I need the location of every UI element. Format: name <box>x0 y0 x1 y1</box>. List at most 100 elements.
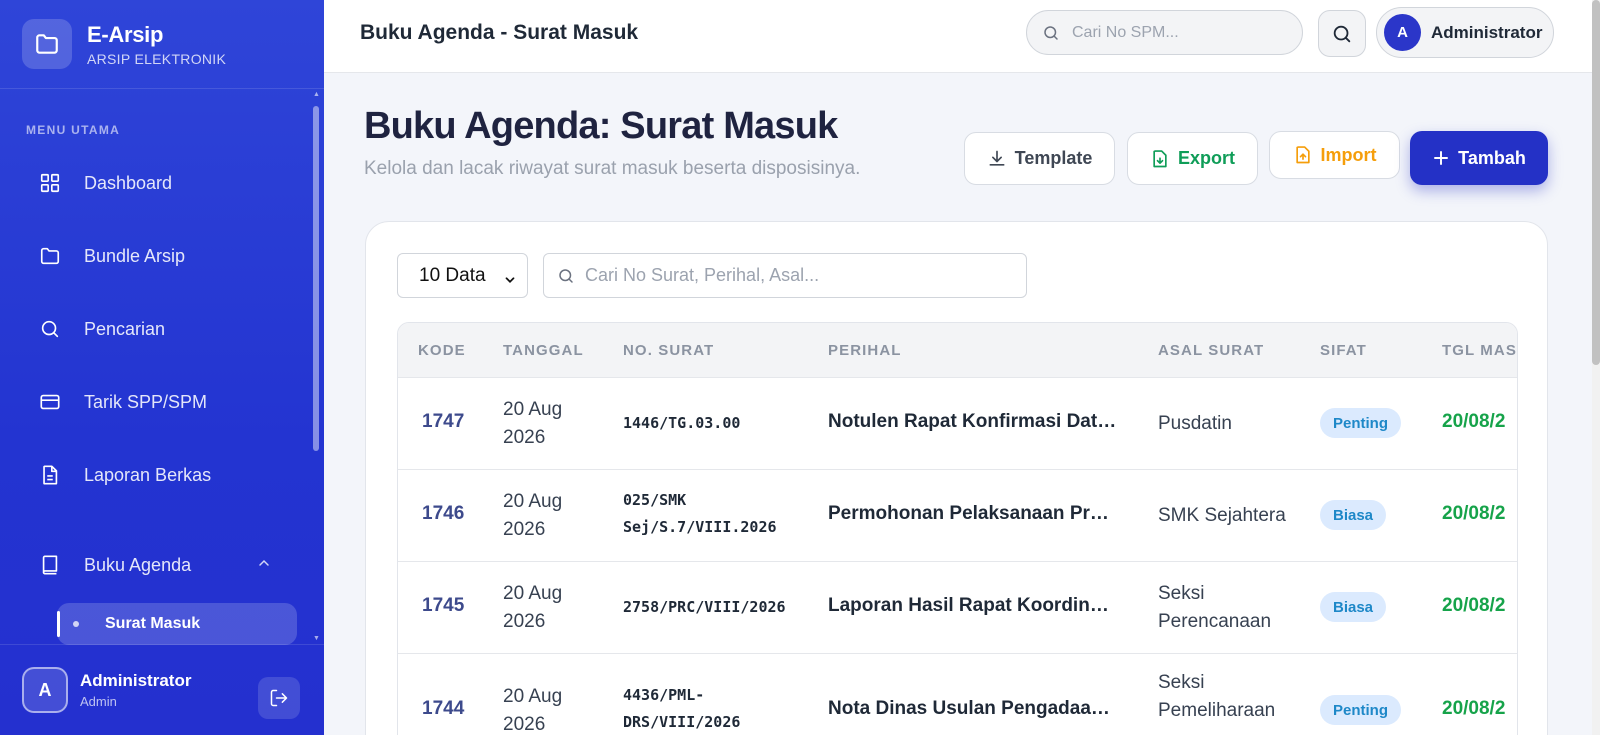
page-scrollbar[interactable] <box>1592 0 1600 735</box>
table-row[interactable]: 1745 20 Aug 2026 2758/PRC/VIII/2026 Lapo… <box>398 562 1517 654</box>
table-card: 10 Data KODE TANGGAL NO. SURAT PERIHAL A… <box>365 221 1548 735</box>
logout-button[interactable] <box>258 677 300 719</box>
column-header-asal-surat[interactable]: ASAL SURAT <box>1158 342 1264 359</box>
sidebar-item-dashboard[interactable]: Dashboard <box>0 157 310 209</box>
search-button[interactable] <box>1318 10 1366 57</box>
grid-icon <box>38 171 62 195</box>
search-icon <box>1044 25 1058 40</box>
column-header-perihal[interactable]: PERIHAL <box>828 342 902 359</box>
file-download-icon <box>1150 149 1170 169</box>
sidebar-item-tarik-spp-spm[interactable]: Tarik SPP/SPM <box>0 376 310 428</box>
search-icon <box>1333 25 1351 42</box>
book-icon <box>38 553 62 577</box>
cell-tgl-masuk: 20/08/2 <box>1442 503 1506 524</box>
sidebar-item-bundle-arsip[interactable]: Bundle Arsip <box>0 230 310 282</box>
import-button[interactable]: Import <box>1269 131 1400 179</box>
download-icon <box>987 149 1007 169</box>
sidebar-item-laporan-berkas[interactable]: Laporan Berkas <box>0 449 310 501</box>
user-name: Administrator <box>80 671 192 690</box>
table-header: KODE TANGGAL NO. SURAT PERIHAL ASAL SURA… <box>398 323 1517 378</box>
cell-asal-surat: Pusdatin <box>1158 413 1232 434</box>
column-header-tgl-masuk[interactable]: TGL MAS <box>1442 342 1517 359</box>
sidebar-item-label: Bundle Arsip <box>84 245 186 266</box>
user-role: Admin <box>80 694 117 709</box>
spm-search-input[interactable] <box>1072 23 1282 42</box>
cell-no-surat: 025/SMK Sej/S.7/VIII.2026 <box>623 491 777 536</box>
search-icon <box>38 317 62 341</box>
topbar: Buku Agenda - Surat Masuk A Administrato… <box>324 0 1600 73</box>
table-search-input[interactable] <box>585 265 1005 286</box>
plus-icon <box>1432 149 1450 167</box>
cell-tanggal: 20 Aug 2026 <box>503 491 563 540</box>
sidebar-item-label: Pencarian <box>84 318 166 339</box>
chevron-up-icon <box>256 555 272 576</box>
topbar-title: Buku Agenda - Surat Masuk <box>360 21 639 44</box>
table-row[interactable]: 1746 20 Aug 2026 025/SMK Sej/S.7/VIII.20… <box>398 470 1517 562</box>
template-button[interactable]: Template <box>964 132 1115 185</box>
cell-tgl-masuk: 20/08/2 <box>1442 411 1506 432</box>
status-badge: Penting <box>1320 408 1401 438</box>
table-search[interactable] <box>543 253 1027 298</box>
add-button-label: Tambah <box>1458 147 1526 168</box>
status-badge: Biasa <box>1320 592 1387 622</box>
file-upload-icon <box>1293 145 1313 165</box>
sidebar-user-panel: A Administrator Admin <box>0 644 324 735</box>
sidebar-subitem-surat-masuk[interactable]: Surat Masuk <box>57 603 297 645</box>
logout-icon <box>270 689 288 707</box>
folder-icon <box>38 244 62 268</box>
avatar: A <box>1384 14 1421 51</box>
user-name: Administrator <box>1431 22 1543 42</box>
template-button-label: Template <box>1014 148 1093 168</box>
sidebar-item-pencarian[interactable]: Pencarian <box>0 303 310 355</box>
sidebar-item-label: Buku Agenda <box>84 554 192 575</box>
cell-perihal: Laporan Hasil Rapat Koordinasi … <box>828 595 1118 616</box>
scroll-up-icon[interactable]: ▲ <box>313 91 320 98</box>
export-button-label: Export <box>1177 148 1235 168</box>
folder-logo-icon <box>22 19 72 69</box>
cell-kode[interactable]: 1744 <box>422 698 464 720</box>
page-size-select[interactable]: 10 Data <box>397 253 528 298</box>
export-button[interactable]: Export <box>1127 132 1258 185</box>
cell-perihal: Permohonan Pelaksanaan Prak… <box>828 503 1118 524</box>
search-icon <box>559 268 573 283</box>
sidebar-subitem-label: Surat Masuk <box>105 615 201 632</box>
cell-no-surat: 2758/PRC/VIII/2026 <box>623 598 786 616</box>
brand[interactable]: E-Arsip ARSIP ELEKTRONIK <box>0 0 324 89</box>
column-header-sifat[interactable]: SIFAT <box>1320 342 1367 359</box>
column-header-tanggal[interactable]: TANGGAL <box>503 342 584 359</box>
page-title: Buku Agenda: Surat Masuk <box>364 105 838 147</box>
scroll-down-icon[interactable]: ▼ <box>313 635 320 642</box>
brand-title: E-Arsip <box>87 21 164 47</box>
spm-search[interactable] <box>1026 10 1303 55</box>
sidebar-item-label: Tarik SPP/SPM <box>84 391 208 412</box>
add-button[interactable]: Tambah <box>1410 131 1548 185</box>
active-indicator <box>57 611 60 637</box>
sidebar-scroll-thumb[interactable] <box>313 106 319 451</box>
cell-kode[interactable]: 1745 <box>422 595 464 617</box>
page-subtitle: Kelola dan lacak riwayat surat masuk bes… <box>364 158 861 179</box>
sidebar-item-label: Dashboard <box>84 172 173 193</box>
cell-tgl-masuk: 20/08/2 <box>1442 595 1506 616</box>
status-badge: Biasa <box>1320 500 1387 530</box>
card-icon <box>38 390 62 414</box>
cell-tanggal: 20 Aug 2026 <box>503 686 563 735</box>
sidebar-item-buku-agenda[interactable]: Buku Agenda <box>0 539 310 591</box>
column-header-kode[interactable]: KODE <box>418 342 466 359</box>
page-scroll-thumb[interactable] <box>1592 0 1600 365</box>
cell-kode[interactable]: 1747 <box>422 411 464 433</box>
cell-kode[interactable]: 1746 <box>422 503 464 525</box>
brand-subtitle: ARSIP ELEKTRONIK <box>87 50 227 67</box>
cell-perihal: Nota Dinas Usulan Pengadaan … <box>828 698 1118 719</box>
column-header-no-surat[interactable]: NO. SURAT <box>623 342 714 359</box>
bullet-icon <box>73 621 79 627</box>
cell-perihal: Notulen Rapat Konfirmasi Data (… <box>828 411 1118 432</box>
sidebar-item-label: Laporan Berkas <box>84 464 212 485</box>
sidebar-scrollbar[interactable]: ▲ ▼ <box>313 91 320 642</box>
table-row[interactable]: 1747 20 Aug 2026 1446/TG.03.00 Notulen R… <box>398 378 1517 470</box>
import-button-label: Import <box>1320 144 1377 165</box>
user-menu[interactable]: A Administrator <box>1376 7 1554 58</box>
cell-tanggal: 20 Aug 2026 <box>503 399 563 448</box>
table-row[interactable]: 1744 20 Aug 2026 4436/PML-DRS/VIII/2026 … <box>398 654 1517 735</box>
page-size-value: 10 Data <box>419 264 486 286</box>
avatar: A <box>22 667 68 713</box>
